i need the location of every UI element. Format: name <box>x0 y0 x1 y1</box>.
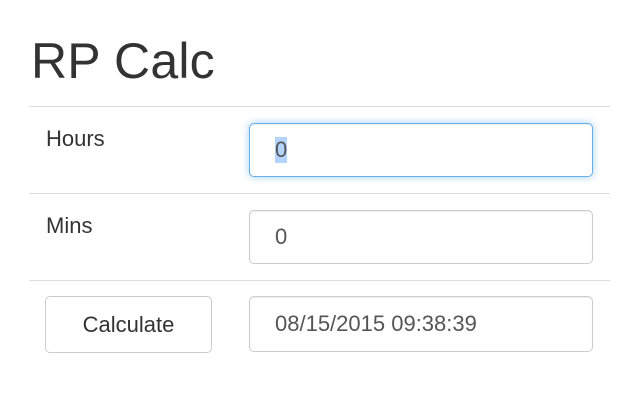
calculate-button[interactable]: Calculate <box>45 296 212 353</box>
calc-form: Hours Mins Calculate 08/15/2015 09:38:39 <box>29 106 610 365</box>
calculate-row: Calculate 08/15/2015 09:38:39 <box>29 280 610 365</box>
mins-label: Mins <box>46 213 93 238</box>
rp-calc-app: RP Calc Hours Mins Calculate 08/15/2015 … <box>0 0 640 400</box>
result-output: 08/15/2015 09:38:39 <box>249 296 593 352</box>
hours-label: Hours <box>46 126 105 151</box>
page-title: RP Calc <box>31 33 215 89</box>
mins-row: Mins <box>29 193 610 280</box>
mins-input[interactable] <box>249 210 593 264</box>
hours-row: Hours <box>29 106 610 193</box>
hours-input[interactable] <box>249 123 593 177</box>
